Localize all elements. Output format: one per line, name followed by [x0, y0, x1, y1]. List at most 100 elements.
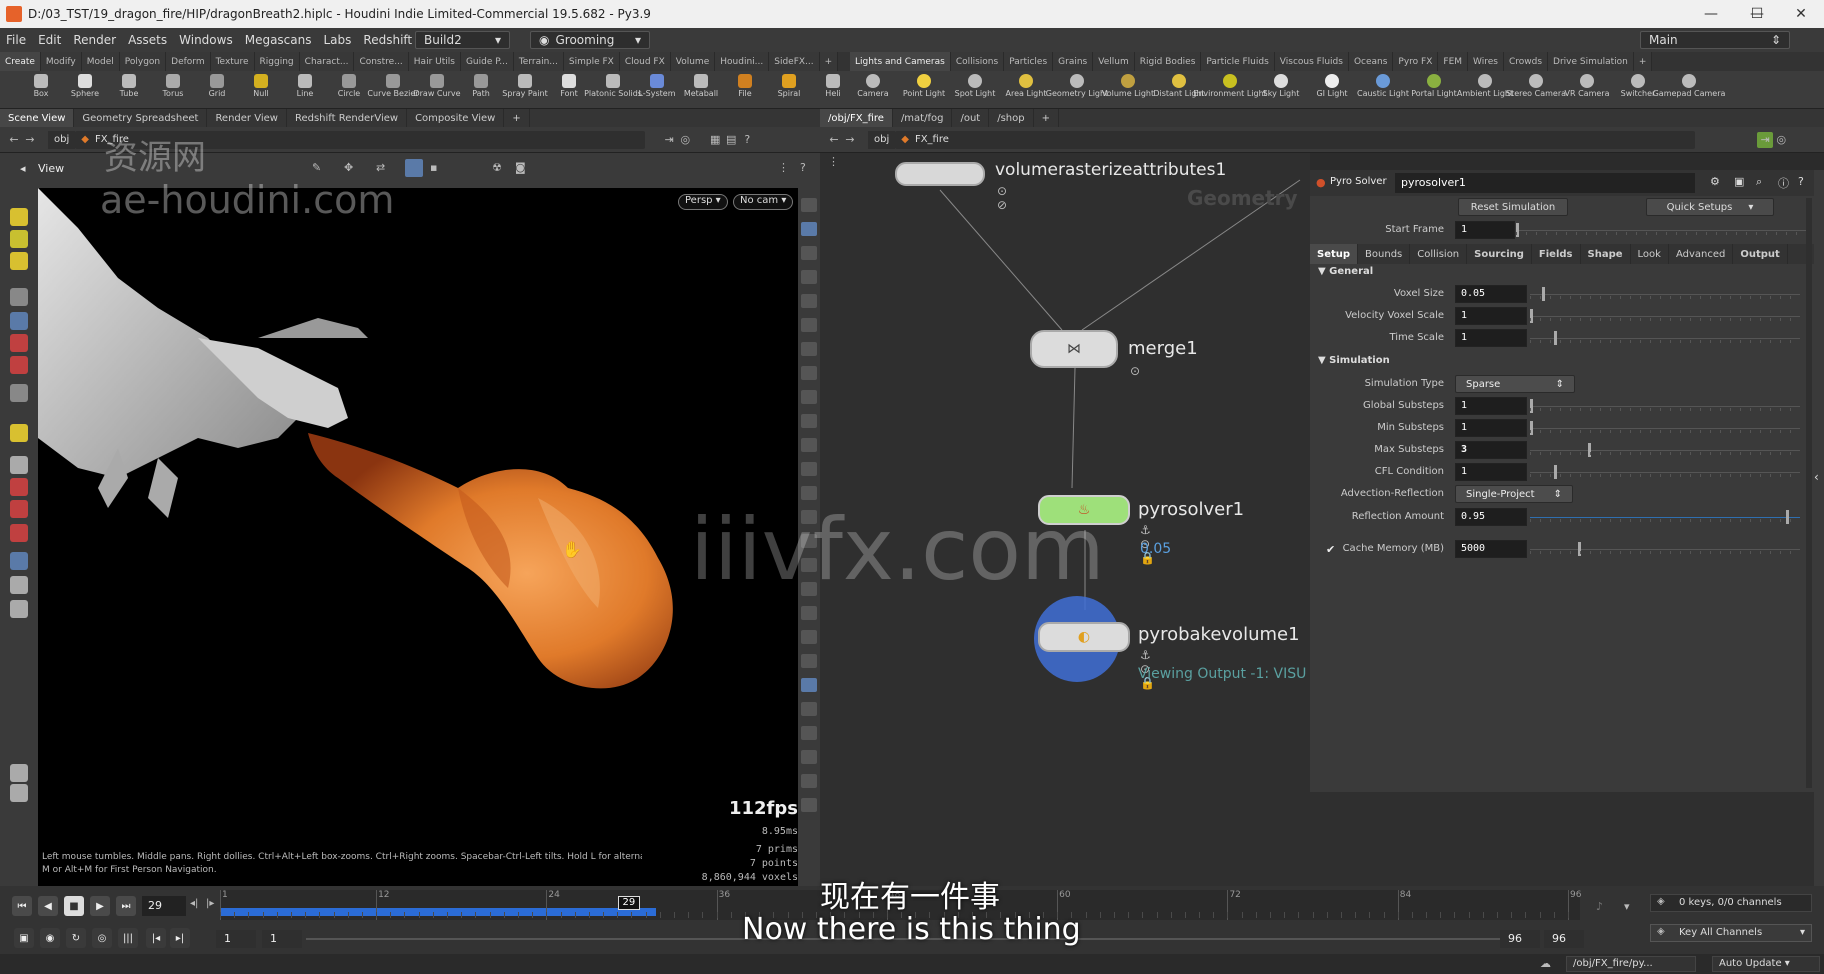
left-view-tool-icon[interactable]: [10, 384, 28, 402]
shelf-tab-polygon[interactable]: Polygon: [119, 52, 167, 71]
pane-tab-render-view[interactable]: Render View: [207, 109, 287, 127]
shelf-tab-fem[interactable]: FEM: [1438, 52, 1469, 71]
time-scale-field[interactable]: 1: [1455, 329, 1527, 347]
shelf-tab-sidefx[interactable]: SideFX...: [769, 52, 820, 71]
voxel-size-field[interactable]: 0.05: [1455, 285, 1527, 303]
max-substeps-slider[interactable]: [1530, 443, 1800, 457]
pane-tab-redshift-renderview[interactable]: Redshift RenderView: [287, 109, 408, 127]
frame-rate-icon[interactable]: |||: [118, 928, 138, 948]
layout-icon[interactable]: ▦: [707, 132, 723, 148]
snap-icon[interactable]: ⇄: [376, 161, 385, 174]
add-pane-tab-icon[interactable]: +: [504, 109, 530, 127]
display-option-7-icon[interactable]: [801, 342, 817, 356]
time-scale-slider[interactable]: [1530, 331, 1800, 345]
quick-setups-dropdown[interactable]: Quick Setups ▾: [1646, 198, 1774, 216]
shelf-tool-spray-paint[interactable]: Spray Paint: [502, 71, 548, 109]
display-option-4-icon[interactable]: [801, 270, 817, 284]
forward-arrow-icon[interactable]: →: [22, 132, 38, 148]
shelf-tool-spot-light[interactable]: Spot Light: [954, 71, 996, 109]
left-dollycam-icon[interactable]: [10, 576, 28, 594]
step-back-button[interactable]: ◀: [38, 896, 58, 916]
param-help-icon[interactable]: ?: [1798, 175, 1804, 188]
start-frame-slider[interactable]: [1516, 223, 1806, 237]
grid-icon[interactable]: ▤: [723, 132, 739, 148]
shelf-tab-viscous-fluids[interactable]: Viscous Fluids: [1274, 52, 1349, 71]
global-range-start-icon[interactable]: |◂: [146, 928, 166, 948]
shelf-tool-grid[interactable]: Grid: [196, 71, 238, 109]
reset-simulation-button[interactable]: Reset Simulation: [1458, 198, 1568, 216]
shelf-tab-oceans[interactable]: Oceans: [1348, 52, 1394, 71]
shelf-tab-houdini[interactable]: Houdini...: [715, 52, 770, 71]
left-lock-icon[interactable]: [10, 312, 28, 330]
left-scale-icon[interactable]: [10, 524, 28, 542]
shelf-tab-simple-fx[interactable]: Simple FX: [563, 52, 620, 71]
camera-icon[interactable]: ◙: [515, 161, 526, 174]
shelf-tool-file[interactable]: File: [724, 71, 766, 109]
pin-icon[interactable]: ⇥: [661, 132, 677, 148]
display-option-21-icon[interactable]: [801, 678, 817, 692]
display-option-6-icon[interactable]: [801, 318, 817, 332]
general-section[interactable]: ▼ General: [1318, 266, 1373, 277]
net-forward-arrow-icon[interactable]: →: [842, 132, 858, 148]
shelf-tab-grains[interactable]: Grains: [1053, 52, 1094, 71]
shelf-tool-stereo-camera[interactable]: Stereo Camera: [1506, 71, 1566, 109]
play-button[interactable]: ▶: [90, 896, 110, 916]
shelf-tool-line[interactable]: Line: [284, 71, 326, 109]
left-rotate-icon[interactable]: [10, 500, 28, 518]
info-icon[interactable]: ⓘ: [1778, 175, 1789, 191]
shelf-tool-volume-light[interactable]: Volume Light: [1102, 71, 1154, 109]
viewer-help-icon[interactable]: ?: [800, 161, 806, 174]
max-substeps-field[interactable]: 3: [1455, 441, 1527, 459]
current-frame-marker[interactable]: 29: [617, 896, 640, 910]
global-range-end-icon[interactable]: ▸|: [170, 928, 190, 948]
transform-tool-icon[interactable]: ✥: [344, 161, 353, 174]
shelf-tool-sky-light[interactable]: Sky Light: [1260, 71, 1302, 109]
display-option-12-icon[interactable]: [801, 462, 817, 476]
shelf-tool-geometry-light[interactable]: Geometry Light: [1046, 71, 1108, 109]
shelf-tab-lights-and-cameras[interactable]: Lights and Cameras: [850, 52, 951, 71]
menu-assets[interactable]: Assets: [122, 33, 173, 47]
left-magnet-icon[interactable]: [10, 478, 28, 496]
realtime-toggle-icon[interactable]: ▣: [14, 928, 34, 948]
light-icon[interactable]: ☢: [492, 161, 502, 174]
min-substeps-slider[interactable]: [1530, 421, 1800, 435]
jump-end-button[interactable]: ⏭: [116, 896, 136, 916]
cache-memory-field[interactable]: 5000: [1455, 540, 1527, 558]
shelf-tab-terrain[interactable]: Terrain...: [513, 52, 564, 71]
display-option-1-icon[interactable]: [801, 198, 817, 212]
range-start-field[interactable]: 1: [216, 930, 256, 948]
display-option-25-icon[interactable]: [801, 774, 817, 788]
shelf-tab-pyro-fx[interactable]: Pyro FX: [1393, 52, 1439, 71]
left-light-icon[interactable]: [10, 424, 28, 442]
auto-update-dropdown[interactable]: Auto Update ▾: [1712, 956, 1820, 972]
shelf-tool-heli[interactable]: Heli: [812, 71, 854, 109]
history-icon[interactable]: ◎: [677, 132, 693, 148]
display-option-14-icon[interactable]: [801, 510, 817, 524]
shelf-tab-hair-utils[interactable]: Hair Utils: [408, 52, 461, 71]
display-option-2-icon[interactable]: [801, 222, 817, 236]
left-sop-select-icon[interactable]: [10, 456, 28, 474]
shelf-tool-portal-light[interactable]: Portal Light: [1411, 71, 1457, 109]
shelf-tool-tube[interactable]: Tube: [108, 71, 150, 109]
min-substeps-field[interactable]: 1: [1455, 419, 1527, 437]
audio-toggle-icon[interactable]: ◉: [40, 928, 60, 948]
menu-file[interactable]: File: [0, 33, 32, 47]
stop-button[interactable]: ■: [64, 896, 84, 916]
current-frame-field[interactable]: 29: [142, 896, 186, 916]
cache-checkbox[interactable]: ✔: [1326, 543, 1335, 556]
shelf-tab-collisions[interactable]: Collisions: [950, 52, 1005, 71]
display-option-3-icon[interactable]: [801, 246, 817, 260]
network-editor[interactable]: Geometry volumerasterizeattributes1 ⊙ ⊘ …: [820, 160, 1310, 886]
net-menu-icon[interactable]: ⋮: [828, 155, 839, 168]
display-option-22-icon[interactable]: [801, 702, 817, 716]
global-substeps-slider[interactable]: [1530, 399, 1800, 413]
wire-icon[interactable]: ▪: [430, 161, 437, 174]
left-handle-icon[interactable]: [10, 252, 28, 270]
shelf-tool-vr-camera[interactable]: VR Camera: [1565, 71, 1609, 109]
shelf-tab-vellum[interactable]: Vellum: [1093, 52, 1135, 71]
left-view-reset-icon[interactable]: [10, 552, 28, 570]
shelf-tool-path[interactable]: Path: [460, 71, 502, 109]
net-path-obj[interactable]: obj: [868, 130, 896, 149]
prev-key-icon[interactable]: ◂|: [190, 898, 198, 909]
left-select-icon[interactable]: [10, 208, 28, 226]
